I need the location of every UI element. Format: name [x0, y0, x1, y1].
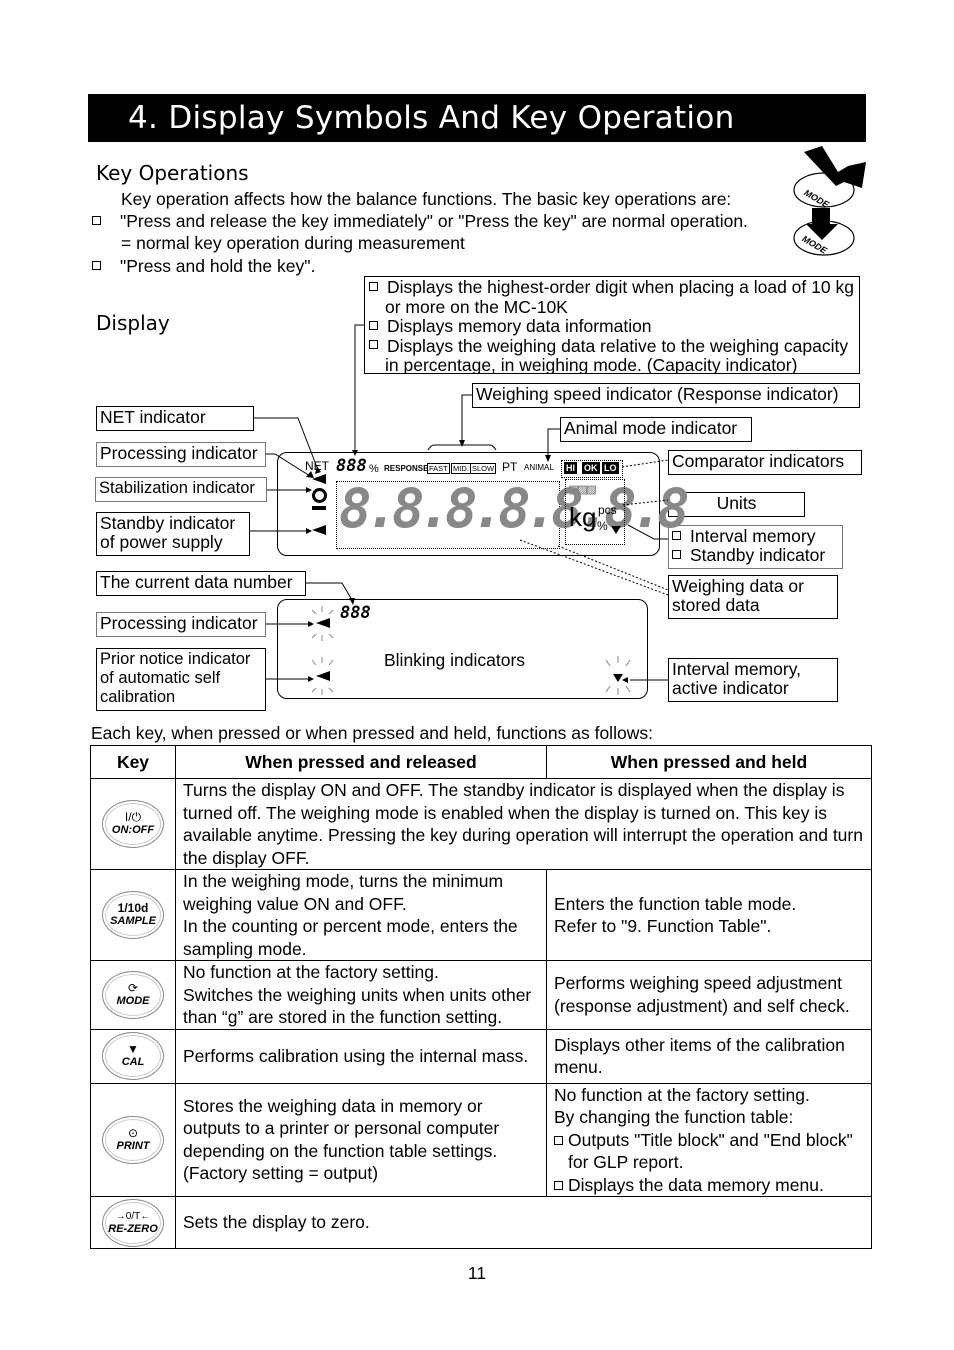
released-cell: Turns the display ON and OFF. The standb…	[175, 778, 872, 870]
bullet-icon	[554, 1135, 563, 1145]
callout-leader-lines	[250, 324, 669, 695]
table-header-row: Key When pressed and released When press…	[90, 745, 872, 779]
header-held: When pressed and held	[546, 745, 872, 779]
header-key: Key	[90, 745, 176, 779]
held-cell: Displays other items of the calibration …	[546, 1028, 872, 1084]
table-row: 1/10d SAMPLE In the weighing mode, turns…	[90, 869, 872, 961]
key-function-table: Key When pressed and released When press…	[90, 745, 872, 1249]
released-cell: In the weighing mode, turns the minimum …	[175, 869, 547, 961]
re-zero-key-icon: →0/T← RE-ZERO	[102, 1198, 164, 1247]
print-key-icon: ⊙ PRINT	[102, 1115, 164, 1164]
held-cell: Enters the function table mode. Refer to…	[546, 869, 872, 961]
key-cell: ⟳ MODE	[90, 960, 176, 1030]
page-number: 11	[467, 1263, 487, 1283]
key-cell: ▼ CAL	[90, 1028, 176, 1084]
held-cell: Performs weighing speed adjustment (resp…	[546, 960, 872, 1030]
table-row: ⊙ PRINT Stores the weighing data in memo…	[90, 1082, 872, 1197]
table-row: ▼ CAL Performs calibration using the int…	[90, 1028, 872, 1084]
bullet-icon	[554, 1180, 563, 1190]
sample-key-icon: 1/10d SAMPLE	[102, 891, 164, 939]
released-cell: Sets the display to zero.	[175, 1196, 872, 1249]
header-released: When pressed and released	[175, 745, 547, 779]
table-intro: Each key, when pressed or when pressed a…	[91, 723, 653, 743]
on-off-key-icon: I/⏻ ON:OFF	[102, 800, 164, 848]
key-cell: I/⏻ ON:OFF	[90, 778, 176, 870]
held-cell: No function at the factory setting. By c…	[546, 1082, 872, 1197]
key-cell: 1/10d SAMPLE	[90, 869, 176, 961]
mode-key-icon: ⟳ MODE	[102, 970, 164, 1019]
table-row: →0/T← RE-ZERO Sets the display to zero.	[90, 1196, 872, 1249]
released-cell: Stores the weighing data in memory or ou…	[175, 1082, 547, 1197]
key-cell: ⊙ PRINT	[90, 1082, 176, 1197]
table-row: I/⏻ ON:OFF Turns the display ON and OFF.…	[90, 778, 872, 870]
key-cell: →0/T← RE-ZERO	[90, 1196, 176, 1249]
cal-key-icon: ▼ CAL	[102, 1032, 164, 1080]
table-row: ⟳ MODE No function at the factory settin…	[90, 960, 872, 1030]
released-cell: No function at the factory setting. Swit…	[175, 960, 547, 1030]
released-cell: Performs calibration using the internal …	[175, 1028, 547, 1084]
